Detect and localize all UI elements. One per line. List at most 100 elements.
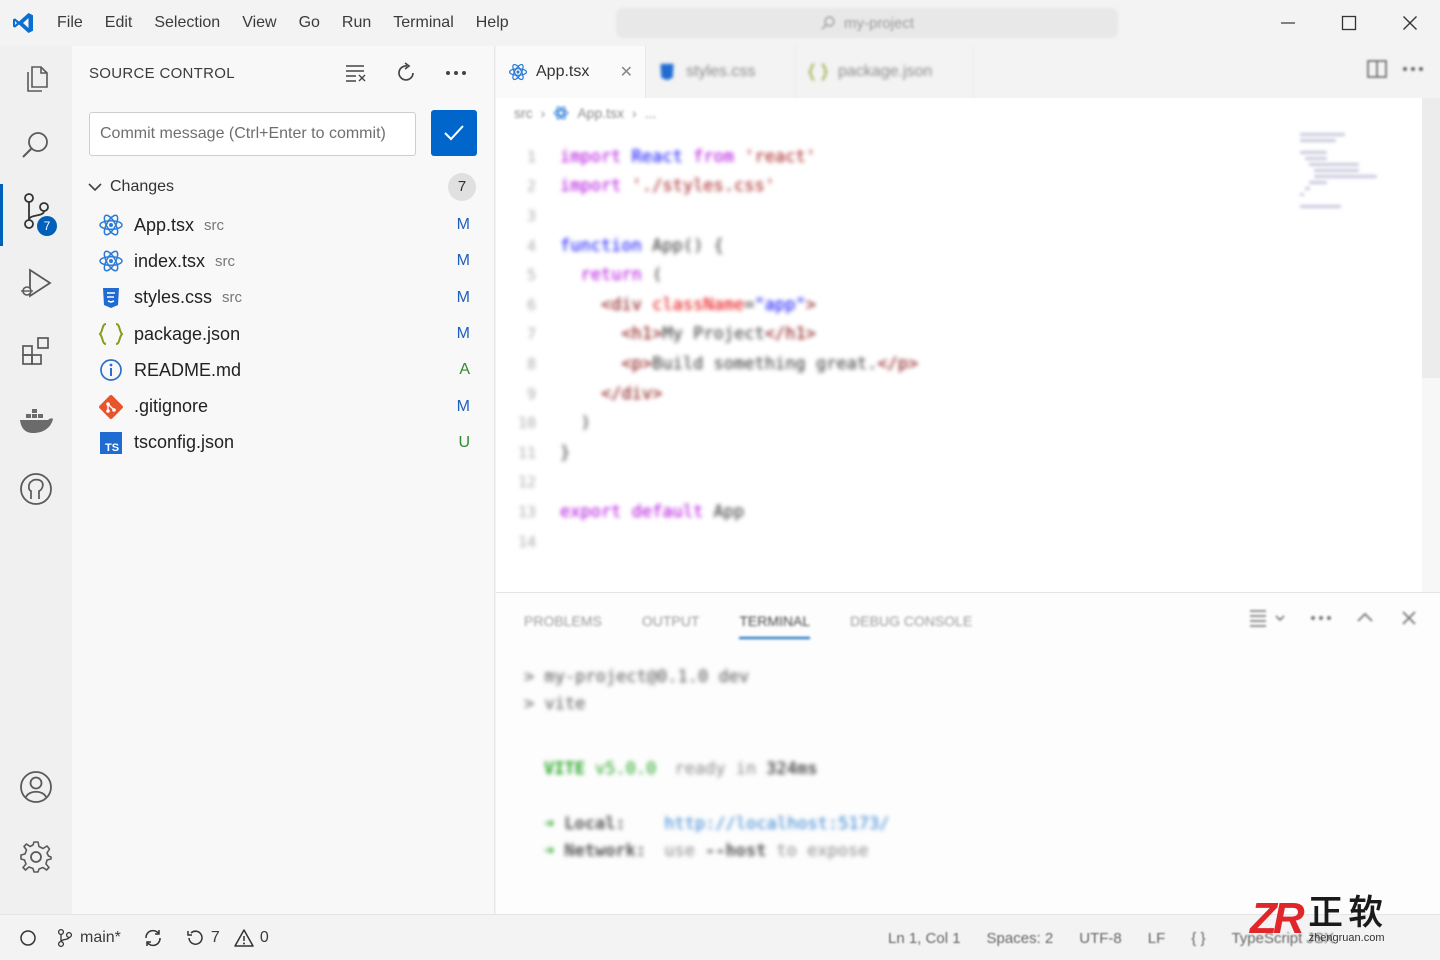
split-editor-icon[interactable] [1366,58,1388,80]
list-item[interactable]: styles.css src M [72,280,494,316]
code-line: 11} [496,438,1286,468]
activity-accounts[interactable] [0,756,72,818]
activity-source-control[interactable]: 7 [0,180,72,246]
ellipsis-icon[interactable] [1310,607,1332,629]
refresh-button[interactable] [390,58,422,88]
terminal-list-icon[interactable] [1248,607,1288,629]
line-number: 9 [526,384,536,403]
remote-indicator[interactable] [0,915,56,960]
activity-extensions[interactable] [0,320,72,382]
menu-run[interactable]: Run [331,0,382,46]
branch-status[interactable]: main* [56,928,121,948]
account-icon [20,771,52,803]
list-item[interactable]: package.json M [72,316,494,352]
network-use: use [664,840,695,861]
more-actions-button[interactable] [440,58,472,88]
line-number: 11 [517,443,536,462]
encoding[interactable]: UTF-8 [1079,930,1122,947]
file-name: styles.css [134,287,213,308]
menu-view[interactable]: View [231,0,287,46]
tab-styles-css[interactable]: styles.css [646,46,796,98]
activity-remote-explorer[interactable] [0,458,72,520]
line-number: 8 [526,354,536,373]
code-text: import React from 'react' [560,146,816,167]
sidebar-actions [340,58,472,88]
menu-terminal[interactable]: Terminal [382,0,464,46]
breadcrumb-folder[interactable]: src [514,105,533,121]
editor-scroll-thumb[interactable] [1422,98,1440,378]
commit-button[interactable] [431,110,477,156]
list-item[interactable]: index.tsx src M [72,243,494,279]
css-icon [98,285,124,311]
list-item[interactable]: App.tsx src M [72,207,494,243]
code-text: } [560,442,571,463]
editor-tabs: App.tsx ✕ styles.css package.json [496,46,1440,98]
menu-edit[interactable]: Edit [94,0,144,46]
changes-group-header[interactable]: Changes 7 [72,170,494,204]
sync-icon [145,929,161,946]
check-icon [444,125,464,141]
terminal-output[interactable]: > my-project@0.1.0 dev > vite VITE v5.0.… [524,663,889,864]
minimize-button[interactable] [1257,0,1318,46]
chevron-right-icon: › [632,105,637,121]
close-icon[interactable] [1398,607,1420,629]
network-rest: to expose [776,840,869,861]
close-icon[interactable]: ✕ [620,62,633,82]
tab-problems[interactable]: PROBLEMS [524,593,602,649]
maximize-button[interactable] [1318,0,1379,46]
tab-app-tsx[interactable]: App.tsx ✕ [496,46,646,98]
refresh-icon [398,62,414,81]
tab-terminal[interactable]: TERMINAL [739,593,810,649]
ellipsis-icon[interactable] [1402,58,1424,80]
close-window-button[interactable] [1379,0,1440,46]
end-of-line[interactable]: LF [1148,930,1166,947]
tab-package-json[interactable]: package.json [796,46,974,98]
activity-run-debug[interactable] [0,252,72,314]
menu-go[interactable]: Go [288,0,331,46]
line-number: 1 [526,147,536,166]
line-number: 10 [517,414,536,433]
menu-file[interactable]: File [46,0,94,46]
line-number: 5 [526,266,536,285]
minimap[interactable] [1300,130,1390,600]
view-as-list-button[interactable] [340,58,372,88]
breadcrumb-symbol[interactable]: ... [645,105,657,121]
local-url[interactable]: http://localhost:5173/ [664,814,889,834]
braces-icon: { } [1191,929,1206,947]
list-item[interactable]: README.md A [72,352,494,388]
vscode-logo-icon[interactable] [0,0,46,46]
list-item[interactable]: TS tsconfig.json U [72,425,494,461]
tab-debug-console[interactable]: DEBUG CONSOLE [850,593,972,649]
list-tree-icon [346,65,366,82]
menu-help[interactable]: Help [465,0,520,46]
terminal-line: > vite [524,693,586,714]
activity-search[interactable] [0,114,72,176]
activity-manage[interactable] [0,826,72,888]
react-icon [554,106,569,120]
breadcrumb-file[interactable]: App.tsx [577,105,624,121]
command-center-search[interactable]: my-project [616,8,1118,38]
cursor-position[interactable]: Ln 1, Col 1 [888,930,961,947]
file-dir: src [204,216,225,234]
changes-file-list: App.tsx src M index.tsx src M styles.css… [72,207,494,461]
menu-selection[interactable]: Selection [143,0,231,46]
code-editor[interactable]: 1 import React from 'react' 2 import './sty… [496,142,1286,556]
problems-status[interactable]: 7 0 [185,928,269,948]
react-icon [508,63,528,81]
activity-docker[interactable] [0,390,72,452]
list-item[interactable]: .gitignore M [72,388,494,424]
sync-button[interactable] [143,928,163,948]
line-number: 13 [517,502,536,521]
file-status: M [456,216,470,234]
code-line: 12 [496,468,1286,498]
activity-explorer[interactable] [0,48,72,110]
tab-output[interactable]: OUTPUT [642,593,700,649]
changes-status-count: 7 [210,928,220,946]
indentation[interactable]: Spaces: 2 [987,930,1054,947]
chevron-up-icon[interactable] [1354,607,1376,629]
commit-message-input[interactable] [89,112,416,156]
code-text: <div className="app"> [600,294,816,315]
arrow-right-icon: ➜ [544,840,555,861]
code-text: </div> [600,383,663,404]
close-icon [1402,16,1417,30]
